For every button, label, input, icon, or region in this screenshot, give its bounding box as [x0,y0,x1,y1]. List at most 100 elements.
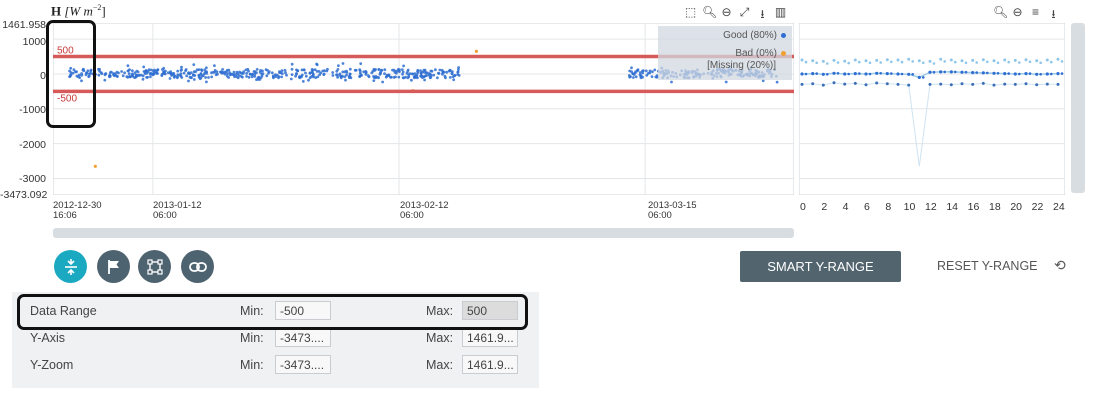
good-point [650,75,654,78]
x-tick-time: 06:00 [648,210,672,221]
x-tick-0: 2012-12-30 16:06 [53,201,102,221]
vertical-scrollbar[interactable] [1071,23,1085,193]
hour-tick: 12 [925,201,937,213]
diurnal-upper-point [868,61,872,65]
diurnal-lower-point [981,81,985,85]
zoom-icon[interactable]: 🔍︎ [702,5,717,26]
good-point [290,73,294,76]
zoom-out-icon[interactable]: ⊖ [720,5,733,26]
good-point [312,73,315,76]
good-point [380,69,383,72]
compress-icon [64,258,77,275]
diurnal-lower-point [939,82,943,86]
good-point [115,70,119,74]
diurnal-plot[interactable] [799,23,1065,195]
y-axis-min-input[interactable] [275,328,331,347]
good-point [318,73,321,77]
max-label: Max: [426,358,454,372]
y-zoom-max-input[interactable] [462,355,518,374]
good-point [348,72,352,76]
good-point [151,73,155,77]
good-point [103,73,107,77]
good-point [630,66,633,70]
y-axis-label: H [W m−2] [51,3,106,19]
diurnal-lower-point [1035,83,1039,87]
hour-tick: 20 [1010,201,1023,213]
good-point [296,69,299,73]
good-point [336,68,340,71]
smart-y-range-button[interactable]: SMART Y-RANGE [740,251,901,282]
diurnal-mean-point [811,72,815,76]
diurnal-upper-point [847,61,850,65]
book-icon[interactable]: ▥ [774,5,787,26]
flag-button[interactable] [97,250,130,283]
reset-history-icon[interactable]: ⟲ [1054,257,1066,274]
good-point [247,69,250,73]
diurnal-mean-point [875,71,879,75]
fullscreen-icon[interactable]: ⤢ [738,5,751,26]
good-point [364,73,368,76]
good-point [227,76,231,79]
good-point [344,78,347,82]
diurnal-upper-point [960,59,964,63]
legend-missing-label: [Missing (20%)] [707,60,776,71]
diurnal-upper-point [949,58,953,62]
good-point [450,72,454,75]
good-point [112,72,115,75]
good-point [207,76,210,79]
good-point [264,68,268,71]
diurnal-upper-point [939,57,943,61]
hour-tick: 16 [967,201,980,213]
good-point [347,76,351,79]
diurnal-mean-point [1013,72,1017,76]
hour-tick: 14 [946,201,959,213]
diurnal-mean-point [804,72,808,76]
diurnal-mean-point [1056,72,1060,76]
diurnal-mean-point [1039,73,1042,76]
good-point [325,69,329,73]
diurnal-mean-point [1003,72,1007,76]
y-zoom-min-input[interactable] [275,355,331,374]
link-button[interactable] [181,250,214,283]
flag-icon [107,259,119,274]
diurnal-upper-point [1003,58,1007,62]
select-area-button[interactable] [138,250,171,283]
good-point [128,68,131,72]
y-axis-units: [W m [64,3,93,19]
good-point [97,73,101,77]
diurnal-mean-point [992,71,996,75]
good-point [189,71,193,74]
diurnal-upper-point [875,58,879,62]
good-point [456,70,460,74]
diurnal-upper-point [981,58,985,62]
y-axis-max-input[interactable] [462,328,518,347]
legend-bad[interactable]: Bad (0%) [735,48,786,59]
diurnal-lower-point [821,83,825,87]
download-icon[interactable]: ⭳ [756,5,769,26]
good-point [397,75,401,79]
good-point [392,76,396,79]
compress-range-button[interactable] [54,250,87,283]
good-point [108,71,112,75]
diurnal-mean-point [960,70,964,74]
good-point [280,69,284,73]
bad-point [474,49,478,53]
diurnal-upper-point [932,62,936,65]
horizontal-scrollbar[interactable] [53,228,794,238]
reset-y-range-button[interactable]: RESET Y-RANGE [937,259,1038,273]
good-point [641,71,644,75]
box-zoom-icon[interactable]: ⬚ [684,5,697,26]
legend-missing[interactable]: [Missing (20%)] [707,60,776,71]
diurnal-mean-point [1045,72,1049,76]
diurnal-mean-point [868,72,872,76]
good-point [180,65,183,69]
diurnal-upper-point [896,58,900,62]
diurnal-upper-point [992,59,996,63]
diurnal-mean-point [847,72,850,76]
diurnal-upper-point [986,60,989,64]
good-point [407,75,411,79]
diurnal-upper-point [975,61,978,64]
diurnal-mean-point [853,72,857,76]
good-point [176,69,180,73]
legend-good[interactable]: Good (80%) [723,30,786,41]
